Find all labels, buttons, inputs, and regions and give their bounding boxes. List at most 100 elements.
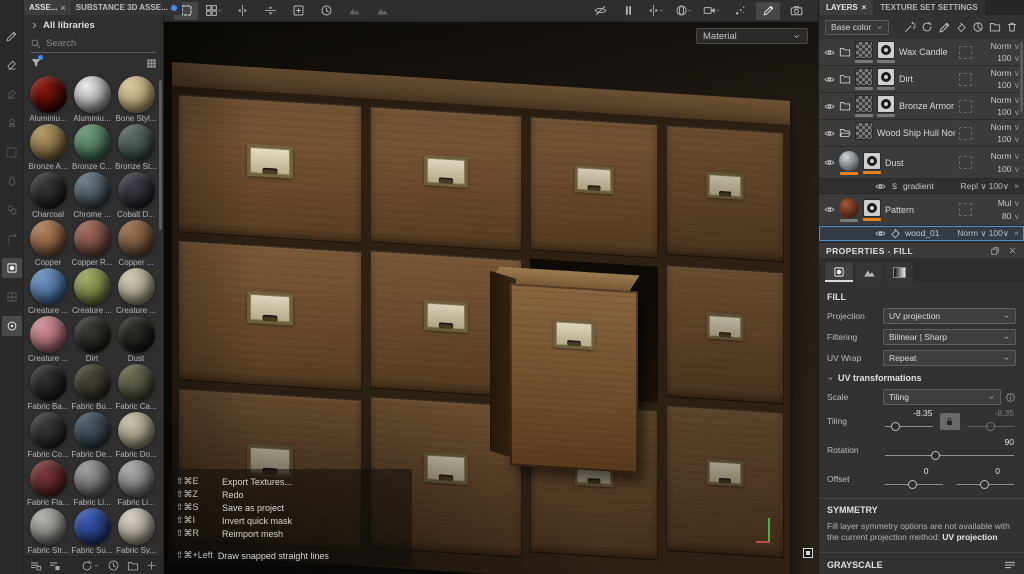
material-item[interactable]: Dirt bbox=[70, 316, 114, 364]
add-group-button[interactable] bbox=[989, 21, 1001, 34]
close-icon[interactable] bbox=[1008, 246, 1017, 256]
import-resources-button[interactable] bbox=[49, 560, 61, 572]
add-smart-material-button[interactable] bbox=[921, 21, 933, 34]
delete-layer-button[interactable] bbox=[1006, 21, 1018, 34]
remove-effect-icon[interactable]: × bbox=[1014, 228, 1019, 238]
material-item[interactable]: Fabric Do... bbox=[114, 412, 158, 460]
pause-engine-button[interactable] bbox=[616, 2, 640, 20]
add-fill-layer-button[interactable] bbox=[956, 21, 967, 34]
material-item[interactable]: Fabric De... bbox=[70, 412, 114, 460]
tab-substance-3d-assets[interactable]: SUBSTANCE 3D ASSE... bbox=[71, 0, 182, 15]
folder-open-icon[interactable] bbox=[839, 127, 851, 139]
list-options-icon[interactable] bbox=[1004, 559, 1016, 571]
blend-mode-dropdown[interactable]: Norm ∨ bbox=[991, 94, 1020, 106]
material-item[interactable]: Dust bbox=[114, 316, 158, 364]
eye-icon[interactable] bbox=[875, 181, 886, 192]
eye-icon[interactable] bbox=[824, 47, 835, 58]
material-item[interactable]: Bone Styl... bbox=[114, 76, 158, 124]
layer-thumbnail[interactable] bbox=[877, 95, 895, 117]
add-smart-mask-button[interactable] bbox=[972, 21, 984, 34]
viewport-corner-icon[interactable] bbox=[803, 548, 813, 558]
opacity-dropdown[interactable]: 80 ∨ bbox=[1002, 210, 1020, 222]
material-item[interactable]: Charcoal bbox=[26, 172, 70, 220]
particles-tool[interactable] bbox=[728, 2, 752, 20]
uv-wrap-dropdown[interactable]: Repeat bbox=[883, 350, 1016, 366]
material-item[interactable]: Fabric Ca... bbox=[114, 364, 158, 412]
material-item[interactable]: Creature ... bbox=[70, 268, 114, 316]
layer-row[interactable]: Bronze ArmorNorm ∨100 ∨ bbox=[819, 93, 1024, 120]
tab-grayscale-properties[interactable] bbox=[885, 262, 913, 282]
layer-thumbnail[interactable] bbox=[877, 68, 895, 90]
history-tool[interactable] bbox=[314, 2, 338, 20]
material-item[interactable]: Fabric Str... bbox=[26, 508, 70, 554]
tab-fill-properties[interactable] bbox=[825, 262, 853, 282]
material-item[interactable]: Creature ... bbox=[26, 316, 70, 364]
layer-row[interactable]: Wood Ship Hull NordicNorm ∨100 ∨ bbox=[819, 120, 1024, 147]
material-item[interactable]: Fabric Co... bbox=[26, 412, 70, 460]
path-tool[interactable] bbox=[2, 229, 22, 249]
add-resource-button[interactable] bbox=[146, 560, 157, 571]
paint-tool[interactable] bbox=[2, 26, 22, 46]
assets-scrollbar[interactable] bbox=[159, 80, 162, 230]
material-item[interactable]: Fabric Sy... bbox=[114, 508, 158, 554]
eye-icon[interactable] bbox=[824, 157, 835, 168]
material-item[interactable]: Bronze A... bbox=[26, 124, 70, 172]
grid-view-icon[interactable] bbox=[146, 58, 157, 69]
tab-texture-set-settings[interactable]: TEXTURE SET SETTINGS bbox=[873, 0, 984, 15]
close-icon[interactable]: × bbox=[862, 3, 867, 12]
layer-row[interactable]: DirtNorm ∨100 ∨ bbox=[819, 66, 1024, 93]
folder-icon[interactable] bbox=[839, 100, 851, 112]
straight-line-tool[interactable] bbox=[756, 2, 780, 20]
material-item[interactable]: Chrome ... bbox=[70, 172, 114, 220]
material-item[interactable]: Bronze C... bbox=[70, 124, 114, 172]
tiling-slider[interactable]: -8.35 bbox=[883, 410, 935, 432]
add-paint-layer-button[interactable] bbox=[938, 21, 951, 34]
popout-icon[interactable] bbox=[990, 246, 1000, 256]
shading-mode-dropdown[interactable]: Material bbox=[696, 28, 808, 44]
uv-transformations-toggle[interactable]: UV transformations bbox=[827, 373, 1016, 383]
opacity-dropdown[interactable]: 100∨ bbox=[989, 181, 1009, 192]
layer-effect-row[interactable]: wood_01Norm ∨ 100∨× bbox=[819, 226, 1024, 241]
material-item[interactable]: Copper R... bbox=[70, 220, 114, 268]
projection-dropdown[interactable]: UV projection bbox=[883, 308, 1016, 324]
opacity-dropdown[interactable]: 100 ∨ bbox=[997, 133, 1020, 145]
blend-mode-dropdown[interactable]: Norm ∨ bbox=[991, 121, 1020, 133]
layer-row[interactable]: PatternMul ∨80 ∨ bbox=[819, 194, 1024, 226]
tab-symmetry-properties[interactable] bbox=[855, 262, 883, 282]
uv-view-button[interactable] bbox=[2, 287, 22, 307]
smudge-tool[interactable] bbox=[2, 171, 22, 191]
material-item[interactable]: Copper bbox=[26, 220, 70, 268]
viewport-3d[interactable]: Material ⇧⌘EExport Textures...⇧⌘ZRedo⇧⌘S… bbox=[164, 22, 818, 574]
remove-effect-icon[interactable]: × bbox=[1014, 181, 1019, 191]
recent-resources-button[interactable] bbox=[107, 559, 120, 572]
quick-mask-button[interactable] bbox=[2, 316, 22, 336]
blend-mode-dropdown[interactable]: Norm ∨ bbox=[991, 150, 1020, 162]
eye-icon[interactable] bbox=[824, 204, 835, 215]
close-icon[interactable]: × bbox=[60, 3, 65, 13]
layer-thumbnail[interactable] bbox=[855, 41, 873, 63]
layer-thumbnail[interactable] bbox=[863, 152, 881, 174]
blend-mode-dropdown[interactable]: Repl ∨ bbox=[961, 181, 987, 192]
material-item[interactable]: Fabric Li... bbox=[114, 460, 158, 508]
polygon-fill-tool[interactable] bbox=[2, 142, 22, 162]
layer-thumbnail[interactable] bbox=[877, 41, 895, 63]
material-item[interactable]: Aluminiu... bbox=[70, 76, 114, 124]
offset-u-slider[interactable]: 0 bbox=[883, 468, 945, 490]
eye-icon[interactable] bbox=[824, 128, 835, 139]
blend-mode-dropdown[interactable]: Norm ∨ bbox=[957, 228, 986, 239]
opacity-dropdown[interactable]: 100 ∨ bbox=[997, 79, 1020, 91]
scale-dropdown[interactable]: Tiling bbox=[883, 389, 1001, 405]
material-item[interactable]: Bronze St... bbox=[114, 124, 158, 172]
eye-icon[interactable] bbox=[875, 228, 886, 239]
folder-icon[interactable] bbox=[839, 73, 851, 85]
tiling-slider-linked[interactable]: -8.35 bbox=[965, 410, 1017, 432]
layer-thumbnail[interactable] bbox=[839, 198, 859, 222]
channel-filter-dropdown[interactable]: Base color bbox=[825, 20, 889, 35]
details-view-button[interactable] bbox=[30, 560, 42, 572]
opacity-dropdown[interactable]: 100 ∨ bbox=[997, 52, 1020, 64]
blend-mode-dropdown[interactable]: Norm ∨ bbox=[991, 40, 1020, 52]
refresh-shelf-button[interactable] bbox=[81, 560, 100, 572]
material-item[interactable]: Fabric Li... bbox=[70, 460, 114, 508]
particle-tool[interactable] bbox=[2, 200, 22, 220]
projection-tool[interactable] bbox=[2, 84, 22, 104]
